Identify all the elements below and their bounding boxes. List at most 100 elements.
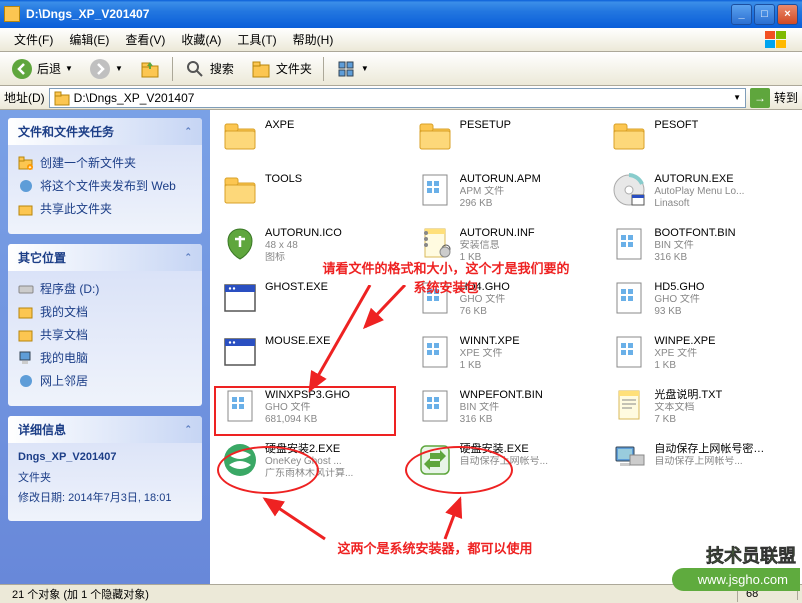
file-item[interactable]: AUTORUN.INF安装信息1 KB — [413, 222, 600, 274]
file-item[interactable]: 硬盘安装2.EXEOneKey Ghost ...广东雨林木风计算... — [218, 438, 405, 490]
file-name: 光盘说明.TXT — [654, 389, 722, 402]
file-icon — [610, 441, 648, 479]
file-item[interactable]: 自动保存上网帐号密码到U盘.EXE自动保存上网帐号... — [607, 438, 794, 490]
menu-view[interactable]: 查看(V) — [117, 29, 173, 50]
menu-help[interactable]: 帮助(H) — [285, 29, 342, 50]
file-item[interactable]: WNPEFONT.BINBIN 文件316 KB — [413, 384, 600, 436]
folder-icon — [4, 6, 20, 22]
place-shared[interactable]: 共享文档 — [18, 323, 192, 346]
back-button[interactable]: 后退 ▼ — [4, 54, 80, 84]
folders-label: 文件夹 — [276, 60, 312, 77]
arrow-bottom-1 — [255, 494, 335, 544]
file-item[interactable]: WINPE.XPEXPE 文件1 KB — [607, 330, 794, 382]
back-icon — [11, 58, 33, 80]
file-item[interactable]: PESOFT — [607, 114, 794, 166]
tasks-panel: 文件和文件夹任务 ⌃ ✦创建一个新文件夹 将这个文件夹发布到 Web 共享此文件… — [8, 118, 202, 234]
file-item[interactable]: BOOTFONT.BINBIN 文件316 KB — [607, 222, 794, 274]
file-item[interactable]: AUTORUN.ICO48 x 48图标 — [218, 222, 405, 274]
highlight-winxpsp3 — [214, 386, 396, 436]
dropdown-icon[interactable]: ▼ — [733, 93, 741, 102]
up-button[interactable] — [132, 54, 168, 84]
place-network[interactable]: 网上邻居 — [18, 369, 192, 392]
menu-favorites[interactable]: 收藏(A) — [173, 29, 229, 50]
file-meta: WINNT.XPEXPE 文件1 KB — [460, 333, 520, 372]
file-meta: AUTORUN.INF安装信息1 KB — [460, 225, 535, 264]
close-button[interactable]: × — [777, 4, 798, 25]
file-name: AUTORUN.ICO — [265, 227, 342, 240]
file-item[interactable]: GHOST.EXE — [218, 276, 405, 328]
file-icon — [610, 387, 648, 425]
windows-logo-icon — [756, 30, 796, 50]
file-item[interactable]: PESETUP — [413, 114, 600, 166]
up-folder-icon — [139, 58, 161, 80]
dropdown-icon: ▼ — [361, 64, 369, 73]
maximize-button[interactable]: □ — [754, 4, 775, 25]
file-icon — [221, 225, 259, 263]
file-icon — [416, 117, 454, 155]
task-share[interactable]: 共享此文件夹 — [18, 197, 192, 220]
file-name: WNPEFONT.BIN — [460, 389, 543, 402]
minimize-button[interactable]: _ — [731, 4, 752, 25]
file-pane[interactable]: AXPE PESETUP PESOFT TOOLSAUTORUN.APMAPM 文件2… — [210, 110, 802, 584]
place-mydocs[interactable]: 我的文档 — [18, 300, 192, 323]
file-name: GHOST.EXE — [265, 281, 328, 294]
file-name: WINNT.XPE — [460, 335, 520, 348]
task-new-folder[interactable]: ✦创建一个新文件夹 — [18, 151, 192, 174]
window-controls: _ □ × — [731, 4, 798, 25]
file-item[interactable]: HD5.GHOGHO 文件93 KB — [607, 276, 794, 328]
file-item[interactable]: MOUSE.EXE — [218, 330, 405, 382]
dropdown-icon: ▼ — [65, 64, 73, 73]
watermark: 技术员联盟 www.jsgho.com — [672, 542, 800, 591]
status-count: 21 个对象 (加 1 个隐藏对象) — [4, 586, 738, 602]
menu-tools[interactable]: 工具(T) — [229, 29, 284, 50]
file-item[interactable]: AUTORUN.APMAPM 文件296 KB — [413, 168, 600, 220]
menu-edit[interactable]: 编辑(E) — [61, 29, 117, 50]
views-icon — [335, 58, 357, 80]
folders-button[interactable]: 文件夹 — [243, 54, 319, 84]
views-button[interactable]: ▼ — [328, 54, 376, 84]
file-item[interactable]: 光盘说明.TXT文本文档7 KB — [607, 384, 794, 436]
file-icon — [610, 171, 648, 209]
file-item[interactable]: 硬盘安装.EXE自动保存上网帐号... — [413, 438, 600, 490]
place-mycomputer[interactable]: 我的电脑 — [18, 346, 192, 369]
file-icon — [416, 387, 454, 425]
file-name: AXPE — [265, 119, 294, 132]
address-path: D:\Dngs_XP_V201407 — [74, 91, 195, 105]
file-item[interactable]: AUTORUN.EXEAutoPlay Menu Lo...Linasoft — [607, 168, 794, 220]
forward-button[interactable]: ▼ — [82, 54, 130, 84]
address-label: 地址(D) — [4, 89, 45, 106]
chevron-icon: ⌃ — [184, 252, 192, 263]
address-input[interactable]: D:\Dngs_XP_V201407 ▼ — [49, 88, 746, 108]
addressbar: 地址(D) D:\Dngs_XP_V201407 ▼ → 转到 — [0, 86, 802, 110]
file-name: 硬盘安装.EXE — [460, 443, 548, 456]
go-button[interactable]: → 转到 — [750, 88, 798, 108]
file-name: PESOFT — [654, 119, 698, 132]
tasks-header[interactable]: 文件和文件夹任务 ⌃ — [8, 118, 202, 145]
file-name: MOUSE.EXE — [265, 335, 330, 348]
file-name: HD4.GHO — [460, 281, 510, 294]
file-name: WINPE.XPE — [654, 335, 715, 348]
details-header[interactable]: 详细信息 ⌃ — [8, 416, 202, 443]
file-item[interactable]: AXPE — [218, 114, 405, 166]
file-item[interactable]: HD4.GHOGHO 文件76 KB — [413, 276, 600, 328]
places-header[interactable]: 其它位置 ⌃ — [8, 244, 202, 271]
file-item[interactable]: TOOLS — [218, 168, 405, 220]
file-icon — [221, 279, 259, 317]
file-meta: GHOST.EXE — [265, 279, 328, 294]
details-modified: 修改日期: 2014年7月3日, 18:01 — [18, 487, 192, 507]
task-publish[interactable]: 将这个文件夹发布到 Web — [18, 174, 192, 197]
details-name: Dngs_XP_V201407 — [18, 449, 192, 465]
search-label: 搜索 — [210, 60, 234, 77]
content-area: 文件和文件夹任务 ⌃ ✦创建一个新文件夹 将这个文件夹发布到 Web 共享此文件… — [0, 110, 802, 584]
menu-file[interactable]: 文件(F) — [6, 29, 61, 50]
search-button[interactable]: 搜索 — [177, 54, 241, 84]
file-meta: BOOTFONT.BINBIN 文件316 KB — [654, 225, 735, 264]
place-drive-d[interactable]: 程序盘 (D:) — [18, 277, 192, 300]
window-title: D:\Dngs_XP_V201407 — [26, 7, 731, 21]
details-title: 详细信息 — [18, 421, 66, 438]
chevron-icon: ⌃ — [184, 424, 192, 435]
go-label: 转到 — [774, 89, 798, 106]
file-meta: HD4.GHOGHO 文件76 KB — [460, 279, 510, 318]
dropdown-icon: ▼ — [115, 64, 123, 73]
file-item[interactable]: WINNT.XPEXPE 文件1 KB — [413, 330, 600, 382]
